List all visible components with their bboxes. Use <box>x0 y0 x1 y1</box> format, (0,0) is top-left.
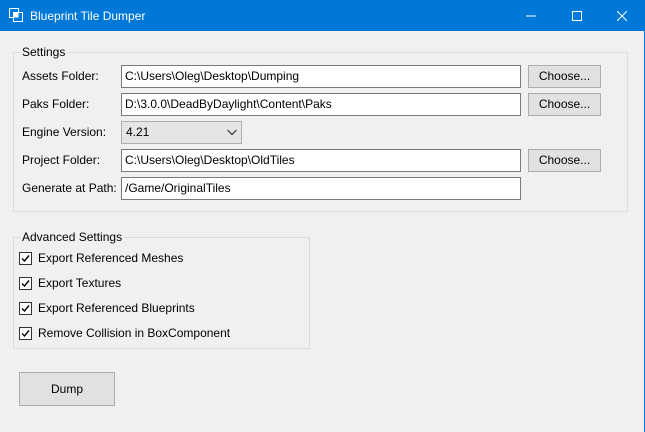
title-bar[interactable]: Blueprint Tile Dumper <box>0 0 645 31</box>
check-icon <box>21 255 30 263</box>
maximize-icon <box>572 10 582 21</box>
project-folder-label: Project Folder: <box>22 153 101 167</box>
app-icon <box>9 8 23 22</box>
generate-path-input[interactable]: /Game/OriginalTiles <box>121 177 521 200</box>
window-title: Blueprint Tile Dumper <box>30 9 146 23</box>
paks-choose-button[interactable]: Choose... <box>528 93 601 116</box>
minimize-button[interactable] <box>508 0 554 31</box>
export-textures-checkbox[interactable] <box>19 277 32 290</box>
generate-path-label: Generate at Path: <box>22 181 117 195</box>
chevron-down-icon <box>227 129 237 136</box>
export-blueprints-checkbox[interactable] <box>19 302 32 315</box>
assets-folder-label: Assets Folder: <box>22 69 99 83</box>
check-icon <box>21 330 30 338</box>
assets-folder-input[interactable]: C:\Users\Oleg\Desktop\Dumping <box>121 65 521 88</box>
dump-button[interactable]: Dump <box>19 372 115 406</box>
export-meshes-label[interactable]: Export Referenced Meshes <box>38 251 183 265</box>
paks-folder-input[interactable]: D:\3.0.0\DeadByDaylight\Content\Paks <box>121 93 521 116</box>
close-button[interactable] <box>599 0 645 31</box>
check-icon <box>21 305 30 313</box>
export-meshes-checkbox[interactable] <box>19 252 32 265</box>
settings-group: Settings Assets Folder: C:\Users\Oleg\De… <box>13 45 628 212</box>
minimize-icon <box>526 15 536 16</box>
export-textures-label[interactable]: Export Textures <box>38 276 121 290</box>
settings-legend: Settings <box>20 45 68 59</box>
main-window: Settings Assets Folder: C:\Users\Oleg\De… <box>0 31 645 432</box>
project-choose-button[interactable]: Choose... <box>528 149 601 172</box>
project-folder-input[interactable]: C:\Users\Oleg\Desktop\OldTiles <box>121 149 521 172</box>
paks-folder-label: Paks Folder: <box>22 97 90 111</box>
export-blueprints-label[interactable]: Export Referenced Blueprints <box>38 301 195 315</box>
engine-version-select[interactable]: 4.21 <box>121 121 242 144</box>
remove-collision-checkbox[interactable] <box>19 327 32 340</box>
assets-choose-button[interactable]: Choose... <box>528 65 601 88</box>
engine-version-label: Engine Version: <box>22 125 107 139</box>
maximize-button[interactable] <box>554 0 600 31</box>
remove-collision-label[interactable]: Remove Collision in BoxComponent <box>38 326 230 340</box>
check-icon <box>21 280 30 288</box>
close-icon <box>617 10 627 21</box>
advanced-settings-legend: Advanced Settings <box>20 230 125 244</box>
engine-version-value: 4.21 <box>126 125 150 139</box>
